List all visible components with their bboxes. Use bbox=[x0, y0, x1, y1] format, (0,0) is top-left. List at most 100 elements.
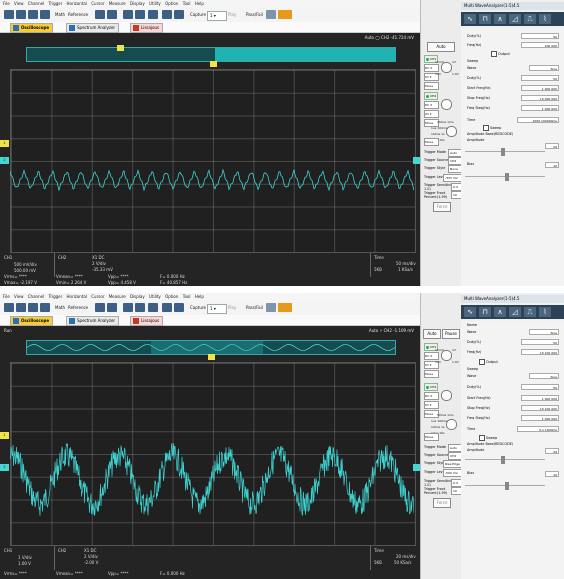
auto-button[interactable]: Auto bbox=[427, 42, 455, 52]
chart-icon[interactable] bbox=[107, 303, 117, 312]
stop-freq-input[interactable]: 10 100 000 bbox=[521, 405, 559, 411]
save-icon[interactable] bbox=[28, 303, 38, 312]
zoom-icon[interactable] bbox=[135, 10, 145, 19]
trigger-source-select[interactable]: CH2 bbox=[448, 452, 462, 460]
sweep-wave-select[interactable]: Sine bbox=[529, 373, 559, 379]
reference-button[interactable]: Reference bbox=[68, 305, 88, 310]
ch2-volt-knob[interactable] bbox=[441, 99, 452, 110]
record-icon[interactable] bbox=[148, 303, 158, 312]
tab-lissajous[interactable]: Lissajous bbox=[130, 23, 164, 33]
stop-icon[interactable] bbox=[174, 303, 184, 312]
slider-thumb[interactable] bbox=[505, 173, 509, 181]
ch2-probe-select[interactable]: X1 ▾ bbox=[424, 401, 439, 409]
menu-view[interactable]: View bbox=[14, 0, 24, 8]
tab-lissajous[interactable]: Lissajous bbox=[130, 316, 164, 326]
trigger-style-select[interactable]: None bbox=[448, 165, 462, 173]
device-icon[interactable] bbox=[278, 303, 292, 312]
trigger-level-marker[interactable] bbox=[413, 157, 420, 164]
tab-spectrum-analyzer[interactable]: Spectrum Analyzer bbox=[66, 316, 120, 326]
play-button[interactable]: Play bbox=[228, 305, 236, 310]
menu-tool[interactable]: Tool bbox=[183, 293, 191, 301]
menu-trigger[interactable]: Trigger bbox=[48, 0, 62, 8]
menu-file[interactable]: File bbox=[3, 0, 10, 8]
output-checkbox[interactable]: Output bbox=[491, 51, 510, 57]
measure-icon[interactable] bbox=[95, 10, 105, 19]
trigger-position-marker[interactable] bbox=[117, 45, 124, 51]
menu-option[interactable]: Option bbox=[165, 293, 178, 301]
print-icon[interactable] bbox=[40, 303, 50, 312]
ch1-coupling-select[interactable]: DC ▾ bbox=[424, 352, 439, 360]
auto-button[interactable]: Auto bbox=[423, 329, 441, 339]
menu-file[interactable]: File bbox=[3, 293, 10, 301]
run-icon[interactable] bbox=[162, 303, 172, 312]
menu-option[interactable]: Option bbox=[165, 0, 178, 8]
new-icon[interactable] bbox=[4, 303, 14, 312]
pulse-wave-icon[interactable]: ⎍ bbox=[524, 307, 536, 317]
freq-step-input[interactable]: 1 000 000 bbox=[521, 415, 559, 421]
time-marker[interactable] bbox=[210, 61, 217, 67]
math-button[interactable]: Math bbox=[55, 12, 65, 17]
menu-utility[interactable]: Utility bbox=[149, 0, 161, 8]
new-icon[interactable] bbox=[4, 10, 14, 19]
bias-slider[interactable] bbox=[465, 482, 545, 490]
slider-thumb[interactable] bbox=[505, 482, 509, 490]
math-button[interactable]: Math bbox=[55, 305, 65, 310]
sweep-checkbox[interactable]: Sweep bbox=[483, 125, 501, 131]
slider-thumb[interactable] bbox=[501, 456, 505, 464]
capture-select[interactable]: 1 ▾ bbox=[207, 304, 227, 314]
output-checkbox[interactable]: Output bbox=[479, 359, 498, 365]
waveform-overview[interactable] bbox=[26, 47, 396, 62]
trigger-style-select[interactable]: Rise Edge bbox=[443, 460, 462, 468]
square-wave-icon[interactable]: ⊓ bbox=[479, 14, 491, 24]
tab-spectrum-analyzer[interactable]: Spectrum Analyzer bbox=[66, 23, 120, 33]
freq-input[interactable]: 10 100 000 bbox=[521, 349, 559, 355]
trigger-mode-select[interactable]: Auto bbox=[448, 444, 462, 452]
tab-oscilloscope[interactable]: Oscilloscope bbox=[10, 316, 54, 326]
time-move-select[interactable]: Move bbox=[424, 433, 439, 441]
run-icon[interactable] bbox=[162, 10, 172, 19]
ch1-coupling-select[interactable]: DC ▾ bbox=[424, 64, 439, 72]
record-icon[interactable] bbox=[148, 10, 158, 19]
slider-thumb[interactable] bbox=[501, 148, 505, 156]
force-button[interactable]: Force bbox=[433, 498, 451, 508]
trigger-level-input[interactable]: -333 mV bbox=[443, 174, 462, 182]
freq-input[interactable]: 100 000 bbox=[521, 42, 559, 48]
start-freq-input[interactable]: 1 000 000 bbox=[521, 395, 559, 401]
open-icon[interactable] bbox=[16, 303, 26, 312]
menu-tool[interactable]: Tool bbox=[183, 0, 191, 8]
force-button[interactable]: Force bbox=[433, 202, 451, 212]
save-icon[interactable] bbox=[28, 10, 38, 19]
print-icon[interactable] bbox=[40, 10, 50, 19]
amplitude-slider[interactable] bbox=[465, 456, 545, 464]
trigger-level-input[interactable]: -500 mV bbox=[443, 469, 462, 477]
open-icon[interactable] bbox=[16, 10, 26, 19]
cursor-icon[interactable] bbox=[123, 10, 133, 19]
duty-input[interactable]: 50 bbox=[521, 33, 559, 39]
menu-cursor[interactable]: Cursor bbox=[91, 0, 104, 8]
amplitude-slider[interactable] bbox=[465, 148, 545, 156]
menu-display[interactable]: Display bbox=[130, 293, 145, 301]
sweep-checkbox[interactable]: Sweep bbox=[479, 435, 497, 441]
menu-horizontal[interactable]: Horizontal bbox=[67, 293, 87, 301]
cursor-icon[interactable] bbox=[123, 303, 133, 312]
sawtooth-wave-icon[interactable]: ◿ bbox=[509, 307, 521, 317]
settings-icon[interactable] bbox=[266, 303, 276, 312]
bias-input[interactable]: 10 bbox=[545, 471, 559, 477]
menu-channel[interactable]: Channel bbox=[28, 293, 44, 301]
amplitude-input[interactable]: 29 bbox=[545, 143, 559, 149]
menu-trigger[interactable]: Trigger bbox=[48, 293, 62, 301]
menu-help[interactable]: Help bbox=[195, 0, 204, 8]
menu-utility[interactable]: Utility bbox=[149, 293, 161, 301]
sweep-duty-input[interactable]: 50 bbox=[521, 384, 559, 390]
start-freq-input[interactable]: 1 000 000 bbox=[521, 85, 559, 91]
bias-slider[interactable] bbox=[465, 173, 545, 181]
triangle-wave-icon[interactable]: ∧ bbox=[494, 14, 506, 24]
sawtooth-wave-icon[interactable]: ◿ bbox=[509, 14, 521, 24]
ch2-volt-knob[interactable] bbox=[441, 390, 452, 401]
freq-step-input[interactable]: 1 000 000 bbox=[521, 105, 559, 111]
capture-button[interactable]: Capture bbox=[190, 12, 206, 17]
stop-freq-input[interactable]: 10 000 000 bbox=[521, 95, 559, 101]
ch2-toggle[interactable]: CH2 bbox=[424, 92, 438, 100]
menu-help[interactable]: Help bbox=[195, 293, 204, 301]
triangle-wave-icon[interactable]: ∧ bbox=[494, 307, 506, 317]
